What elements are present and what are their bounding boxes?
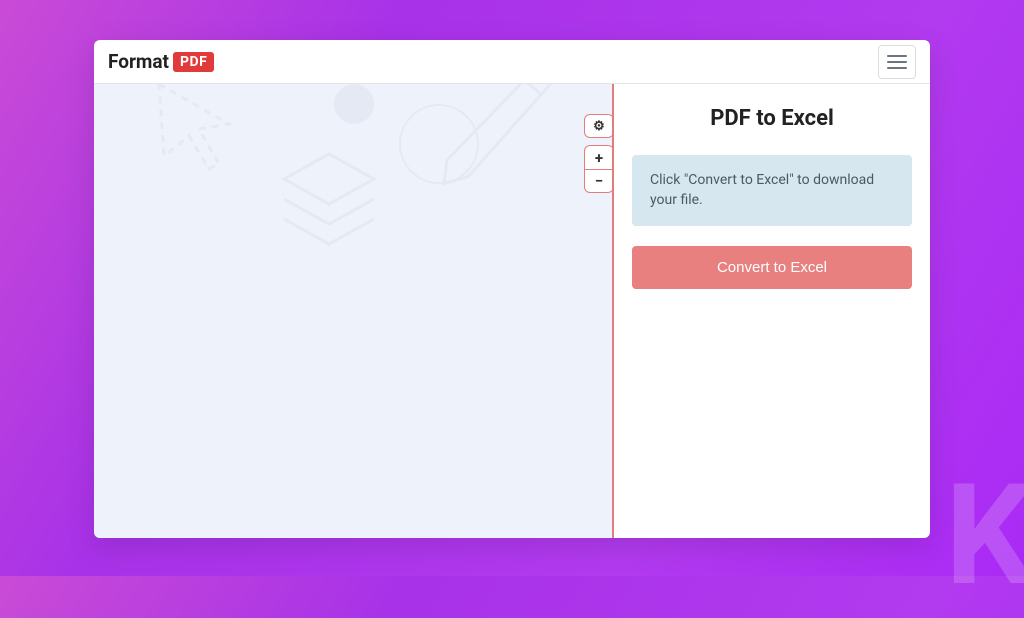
zoom-controls: + −	[584, 145, 614, 193]
header: Format PDF	[94, 40, 930, 84]
info-message: Click "Convert to Excel" to download you…	[632, 155, 912, 226]
gear-icon: ⚙	[593, 120, 605, 133]
preview-canvas[interactable]: ⚙ + −	[94, 84, 614, 538]
zoom-in-button[interactable]: +	[584, 145, 614, 169]
logo[interactable]: Format PDF	[108, 50, 214, 73]
layers-icon	[274, 144, 384, 264]
zoom-out-button[interactable]: −	[584, 169, 614, 193]
menu-button[interactable]	[878, 45, 916, 79]
canvas-toolbar: ⚙ + −	[584, 114, 614, 193]
app-window: Format PDF ⚙	[94, 40, 930, 538]
logo-text: Format	[108, 50, 169, 73]
hamburger-icon	[887, 55, 907, 57]
logo-badge: PDF	[173, 52, 214, 72]
pencil-icon	[419, 84, 569, 190]
cursor-arrow-icon	[139, 84, 259, 184]
panel-title: PDF to Excel	[632, 106, 912, 131]
decoration-dot	[334, 84, 374, 124]
convert-button[interactable]: Convert to Excel	[632, 246, 912, 289]
settings-button[interactable]: ⚙	[584, 114, 614, 138]
side-panel: PDF to Excel Click "Convert to Excel" to…	[614, 84, 930, 538]
watermark-letter: K	[945, 466, 1024, 606]
main-body: ⚙ + − PDF to Excel Click "Convert to Exc…	[94, 84, 930, 538]
